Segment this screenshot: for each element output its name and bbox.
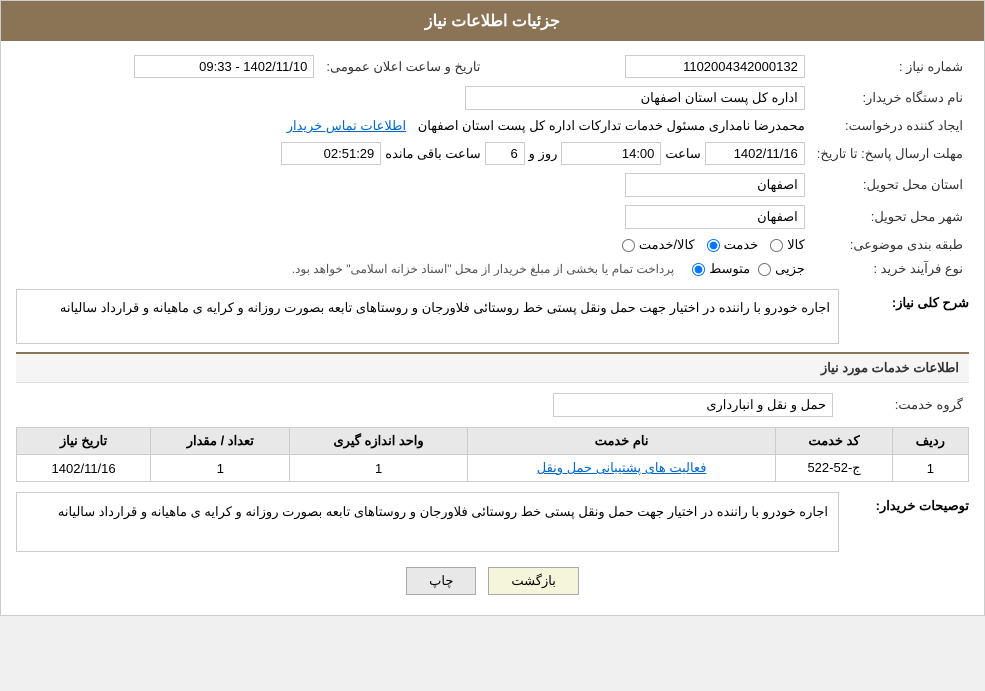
province-box: اصفهان: [625, 173, 805, 197]
purchase-type-motavasset[interactable]: متوسط: [692, 261, 750, 277]
need-number-value: 1102004342000132: [506, 51, 810, 82]
deadline-row: 1402/11/16 ساعت 14:00 روز و 6 ساعت باقی …: [16, 138, 811, 169]
province-label: استان محل تحویل:: [811, 169, 969, 201]
purchase-type-row: جزیی متوسط پرداخت تمام یا بخشی از مبلغ خ…: [16, 257, 811, 281]
service-group-label: گروه خدمت:: [839, 389, 969, 421]
deadline-days-box: 6: [485, 142, 525, 165]
buyer-label: نام دستگاه خریدار:: [811, 82, 969, 114]
deadline-remaining-label: ساعت باقی مانده: [385, 146, 480, 162]
purchase-type-motavasset-label: متوسط: [709, 261, 750, 277]
buyer-box: اداره کل پست استان اصفهان: [465, 86, 805, 110]
col-code: کد خدمت: [776, 428, 892, 455]
deadline-date-box: 1402/11/16: [705, 142, 805, 165]
page-header: جزئیات اطلاعات نیاز: [1, 1, 984, 41]
purchase-type-motavasset-radio[interactable]: [692, 263, 705, 276]
row-unit: 1: [290, 455, 467, 482]
row-date: 1402/11/16: [17, 455, 151, 482]
services-section-title: اطلاعات خدمات مورد نیاز: [16, 352, 969, 383]
page-title: جزئیات اطلاعات نیاز: [425, 13, 560, 30]
purchase-type-jozi-label: جزیی: [775, 261, 805, 277]
print-button[interactable]: چاپ: [406, 567, 476, 595]
buyer-notes-section: توصیحات خریدار: اجاره خودرو با راننده در…: [16, 492, 969, 552]
purchase-type-jozi[interactable]: جزیی: [758, 261, 805, 277]
announcement-date-box: 1402/11/10 - 09:33: [134, 55, 314, 78]
col-unit-label: واحد اندازه گیری: [334, 433, 424, 448]
buyer-notes-container: اجاره خودرو با راننده در اختیار جهت حمل …: [16, 492, 839, 552]
category-label: طبقه بندی موضوعی:: [811, 233, 969, 257]
category-khedmat-radio[interactable]: [707, 239, 720, 252]
deadline-label: مهلت ارسال پاسخ: تا تاریخ:: [811, 138, 969, 169]
city-label: شهر محل تحویل:: [811, 201, 969, 233]
purchase-type-label: نوع فرآیند خرید :: [811, 257, 969, 281]
category-kala-option[interactable]: کالا: [770, 237, 805, 253]
city-value: اصفهان: [16, 201, 811, 233]
category-khedmat-label: خدمت: [724, 237, 759, 253]
row-quantity: 1: [151, 455, 290, 482]
category-kala-khedmat-label: کالا/خدمت: [639, 237, 695, 253]
announcement-date-label: تاریخ و ساعت اعلان عمومی:: [320, 51, 486, 82]
col-quantity: تعداد / مقدار: [151, 428, 290, 455]
category-kala-label: کالا: [787, 237, 805, 253]
table-row: 1 ج-52-522 فعالیت های پشتیبانی حمل ونقل …: [17, 455, 969, 482]
description-section: شرح کلی نیاز: اجاره خودرو با راننده در ا…: [16, 289, 969, 344]
buyer-notes-text: اجاره خودرو با راننده در اختیار جهت حمل …: [16, 492, 839, 552]
info-table: شماره نیاز : 1102004342000132 تاریخ و سا…: [16, 51, 969, 281]
col-unit: واحد اندازه گیری: [290, 428, 467, 455]
description-label: شرح کلی نیاز:: [839, 289, 969, 311]
col-date: تاریخ نیاز: [17, 428, 151, 455]
category-kala-khedmat-radio[interactable]: [622, 239, 635, 252]
col-name: نام خدمت: [467, 428, 776, 455]
creator-text: محمدرضا نامداری مسئول خدمات تداركات ادار…: [418, 118, 805, 133]
row-num: 1: [892, 455, 968, 482]
back-button[interactable]: بازگشت: [488, 567, 578, 595]
need-number-label: شماره نیاز :: [811, 51, 969, 82]
contact-link[interactable]: اطلاعات تماس خریدار: [287, 118, 406, 133]
buyer-notes-label: توصیحات خریدار:: [839, 492, 969, 514]
deadline-remaining-box: 02:51:29: [281, 142, 381, 165]
category-kala-radio[interactable]: [770, 239, 783, 252]
creator-value: محمدرضا نامداری مسئول خدمات تداركات ادار…: [16, 114, 811, 138]
announcement-date-value: 1402/11/10 - 09:33: [16, 51, 320, 82]
need-number-box: 1102004342000132: [625, 55, 805, 78]
deadline-days-label: روز و: [529, 146, 558, 162]
deadline-time-box: 14:00: [561, 142, 661, 165]
row-code: ج-52-522: [776, 455, 892, 482]
description-text: اجاره خودرو با راننده در اختیار جهت حمل …: [16, 289, 839, 344]
button-row: بازگشت چاپ: [16, 567, 969, 595]
description-container: اجاره خودرو با راننده در اختیار جهت حمل …: [16, 289, 839, 344]
col-row: ردیف: [892, 428, 968, 455]
service-group-table: گروه خدمت: حمل و نقل و انبارداری: [16, 389, 969, 421]
creator-label: ایجاد کننده درخواست:: [811, 114, 969, 138]
deadline-time-label: ساعت: [665, 146, 700, 162]
service-group-box: حمل و نقل و انبارداری: [553, 393, 833, 417]
row-name[interactable]: فعالیت های پشتیبانی حمل ونقل: [467, 455, 776, 482]
city-box: اصفهان: [625, 205, 805, 229]
buyer-value: اداره کل پست استان اصفهان: [16, 82, 811, 114]
services-table: ردیف کد خدمت نام خدمت واحد اندازه گیری ت…: [16, 427, 969, 482]
purchase-type-note: پرداخت تمام یا بخشی از مبلغ خریدار از مح…: [292, 262, 675, 276]
service-group-value: حمل و نقل و انبارداری: [16, 389, 839, 421]
purchase-type-jozi-radio[interactable]: [758, 263, 771, 276]
province-value: اصفهان: [16, 169, 811, 201]
category-kala-khedmat-option[interactable]: کالا/خدمت: [622, 237, 695, 253]
category-value: کالا خدمت کالا/خدمت: [16, 233, 811, 257]
category-khedmat-option[interactable]: خدمت: [707, 237, 759, 253]
